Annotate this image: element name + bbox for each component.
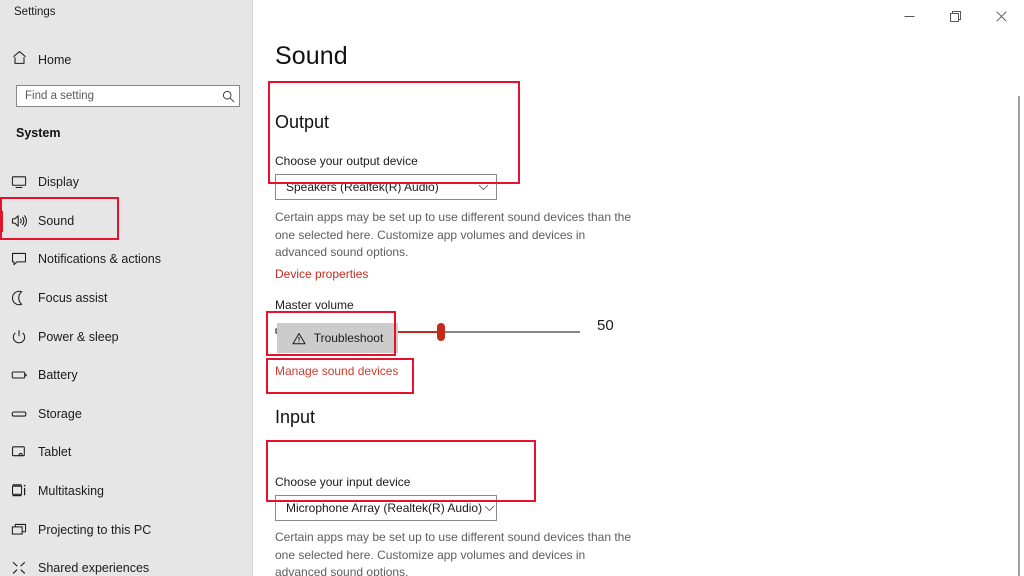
sidebar-item-power-sleep-label: Power & sleep	[38, 329, 119, 344]
search-icon[interactable]	[217, 86, 239, 106]
input-section-title: Input	[275, 407, 316, 427]
output-device-select[interactable]: Speakers (Realtek(R) Audio)	[275, 174, 497, 200]
warning-triangle-icon	[292, 332, 306, 345]
sidebar-item-notifications[interactable]: Notifications & actions	[0, 240, 252, 279]
sidebar-item-tablet[interactable]: Tablet	[0, 433, 252, 472]
sidebar-nav-list: Display Sound Notifications & actions Fo…	[0, 163, 252, 576]
sidebar-item-display-label: Display	[38, 175, 79, 190]
input-helper-text: Certain apps may be set up to use differ…	[275, 530, 632, 576]
sidebar-item-sound[interactable]: Sound	[0, 202, 252, 241]
close-button[interactable]	[978, 0, 1024, 32]
input-device-value: Microphone Array (Realtek(R) Audio)	[286, 501, 483, 515]
troubleshoot-button-label: Troubleshoot	[313, 331, 384, 345]
chevron-down-icon	[470, 184, 496, 191]
home-icon	[0, 50, 38, 70]
master-volume-label: Master volume	[275, 298, 354, 312]
battery-icon	[0, 367, 38, 383]
content-scrollbar[interactable]	[1018, 96, 1020, 576]
sidebar-item-power-sleep[interactable]: Power & sleep	[0, 317, 252, 356]
chevron-down-icon	[482, 505, 496, 512]
sidebar-group-header: System	[16, 126, 61, 140]
sidebar-item-storage-label: Storage	[38, 406, 82, 421]
sidebar-item-focus-assist-label: Focus assist	[38, 291, 108, 306]
search-box[interactable]	[16, 85, 240, 107]
sidebar-item-tablet-label: Tablet	[38, 445, 72, 460]
sidebar-item-notifications-label: Notifications & actions	[38, 252, 161, 267]
sidebar-item-projecting-label: Projecting to this PC	[38, 522, 152, 537]
output-helper-text: Certain apps may be set up to use differ…	[275, 210, 632, 259]
manage-sound-devices-link[interactable]: Manage sound devices	[275, 364, 398, 378]
moon-icon	[0, 290, 38, 306]
projecting-icon	[0, 522, 38, 538]
sidebar-item-storage[interactable]: Storage	[0, 395, 252, 434]
comment-icon	[0, 251, 38, 267]
sidebar-item-focus-assist[interactable]: Focus assist	[0, 279, 252, 318]
title-bar: Settings	[0, 0, 1024, 32]
page-title: Sound	[275, 42, 348, 70]
sidebar: Home System Display	[0, 0, 253, 576]
close-icon	[995, 10, 1007, 22]
storage-icon	[0, 406, 38, 422]
tablet-icon	[0, 444, 38, 460]
search-input[interactable]	[17, 86, 217, 106]
sidebar-item-battery-label: Battery	[38, 368, 78, 383]
sidebar-item-multitasking-label: Multitasking	[38, 484, 104, 499]
output-section-title: Output	[275, 112, 330, 132]
minimize-icon	[904, 15, 914, 17]
speaker-icon	[0, 213, 38, 229]
sidebar-item-multitasking[interactable]: Multitasking	[0, 472, 252, 511]
sidebar-item-projecting[interactable]: Projecting to this PC	[0, 510, 252, 549]
sidebar-item-shared-experiences[interactable]: Shared experiences	[0, 549, 252, 576]
master-volume-value: 50	[597, 317, 614, 334]
maximize-button[interactable]	[932, 0, 978, 32]
sidebar-item-battery[interactable]: Battery	[0, 356, 252, 395]
output-device-label: Choose your output device	[275, 154, 418, 168]
output-device-properties-link[interactable]: Device properties	[275, 267, 368, 281]
sidebar-item-shared-experiences-label: Shared experiences	[38, 561, 150, 576]
multitasking-icon	[0, 483, 38, 499]
minimize-button[interactable]	[886, 0, 932, 32]
maximize-icon	[949, 10, 961, 22]
sidebar-item-home[interactable]: Home	[0, 45, 252, 75]
power-icon	[0, 329, 38, 345]
output-device-value: Speakers (Realtek(R) Audio)	[286, 180, 439, 194]
input-device-label: Choose your input device	[275, 475, 411, 489]
input-device-select[interactable]: Microphone Array (Realtek(R) Audio)	[275, 495, 497, 521]
slider-thumb[interactable]	[436, 323, 445, 341]
sidebar-item-display[interactable]: Display	[0, 163, 252, 202]
share-icon	[0, 560, 38, 576]
settings-window: Settings Home Find a setting System Disp…	[0, 0, 1024, 576]
troubleshoot-button[interactable]: Troubleshoot	[277, 323, 398, 353]
main-content: Sound Output Choose your output device S…	[253, 32, 1024, 576]
window-controls	[886, 0, 1024, 32]
window-title: Settings	[14, 6, 56, 18]
monitor-icon	[0, 174, 38, 190]
sidebar-item-home-label: Home	[38, 53, 72, 67]
sidebar-item-sound-label: Sound	[38, 213, 75, 228]
